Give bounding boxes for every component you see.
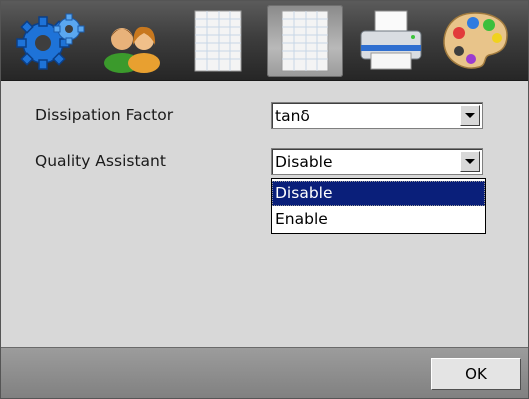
quality-assistant-value: Disable [275, 153, 333, 171]
palette-icon [443, 12, 508, 69]
document-icon [281, 10, 329, 72]
dissipation-factor-label: Dissipation Factor [35, 106, 174, 124]
settings-window: Dissipation Factor tanδ Quality Assistan… [0, 0, 529, 399]
option-disable[interactable]: Disable [272, 181, 485, 206]
users-tab[interactable] [94, 5, 170, 77]
document-icon [194, 10, 242, 72]
print-tab[interactable] [353, 5, 429, 77]
toolbar [1, 1, 528, 81]
footer-bar: OK [1, 347, 528, 398]
settings-tab[interactable] [13, 5, 89, 77]
ok-button[interactable]: OK [431, 358, 521, 390]
printer-icon [360, 10, 422, 70]
document-tab-2[interactable] [267, 5, 343, 77]
users-icon [104, 26, 160, 73]
option-enable[interactable]: Enable [272, 207, 485, 232]
quality-assistant-select[interactable]: Disable [271, 148, 483, 175]
display-tab[interactable] [437, 5, 513, 77]
dissipation-factor-value: tanδ [275, 107, 310, 125]
chevron-down-icon[interactable] [460, 151, 480, 172]
document-tab-1[interactable] [179, 5, 255, 77]
dissipation-factor-select[interactable]: tanδ [271, 102, 483, 129]
quality-assistant-label: Quality Assistant [35, 152, 166, 170]
chevron-down-icon[interactable] [460, 105, 480, 126]
gear-icon [16, 13, 85, 70]
quality-assistant-dropdown: Disable Enable [271, 178, 486, 234]
